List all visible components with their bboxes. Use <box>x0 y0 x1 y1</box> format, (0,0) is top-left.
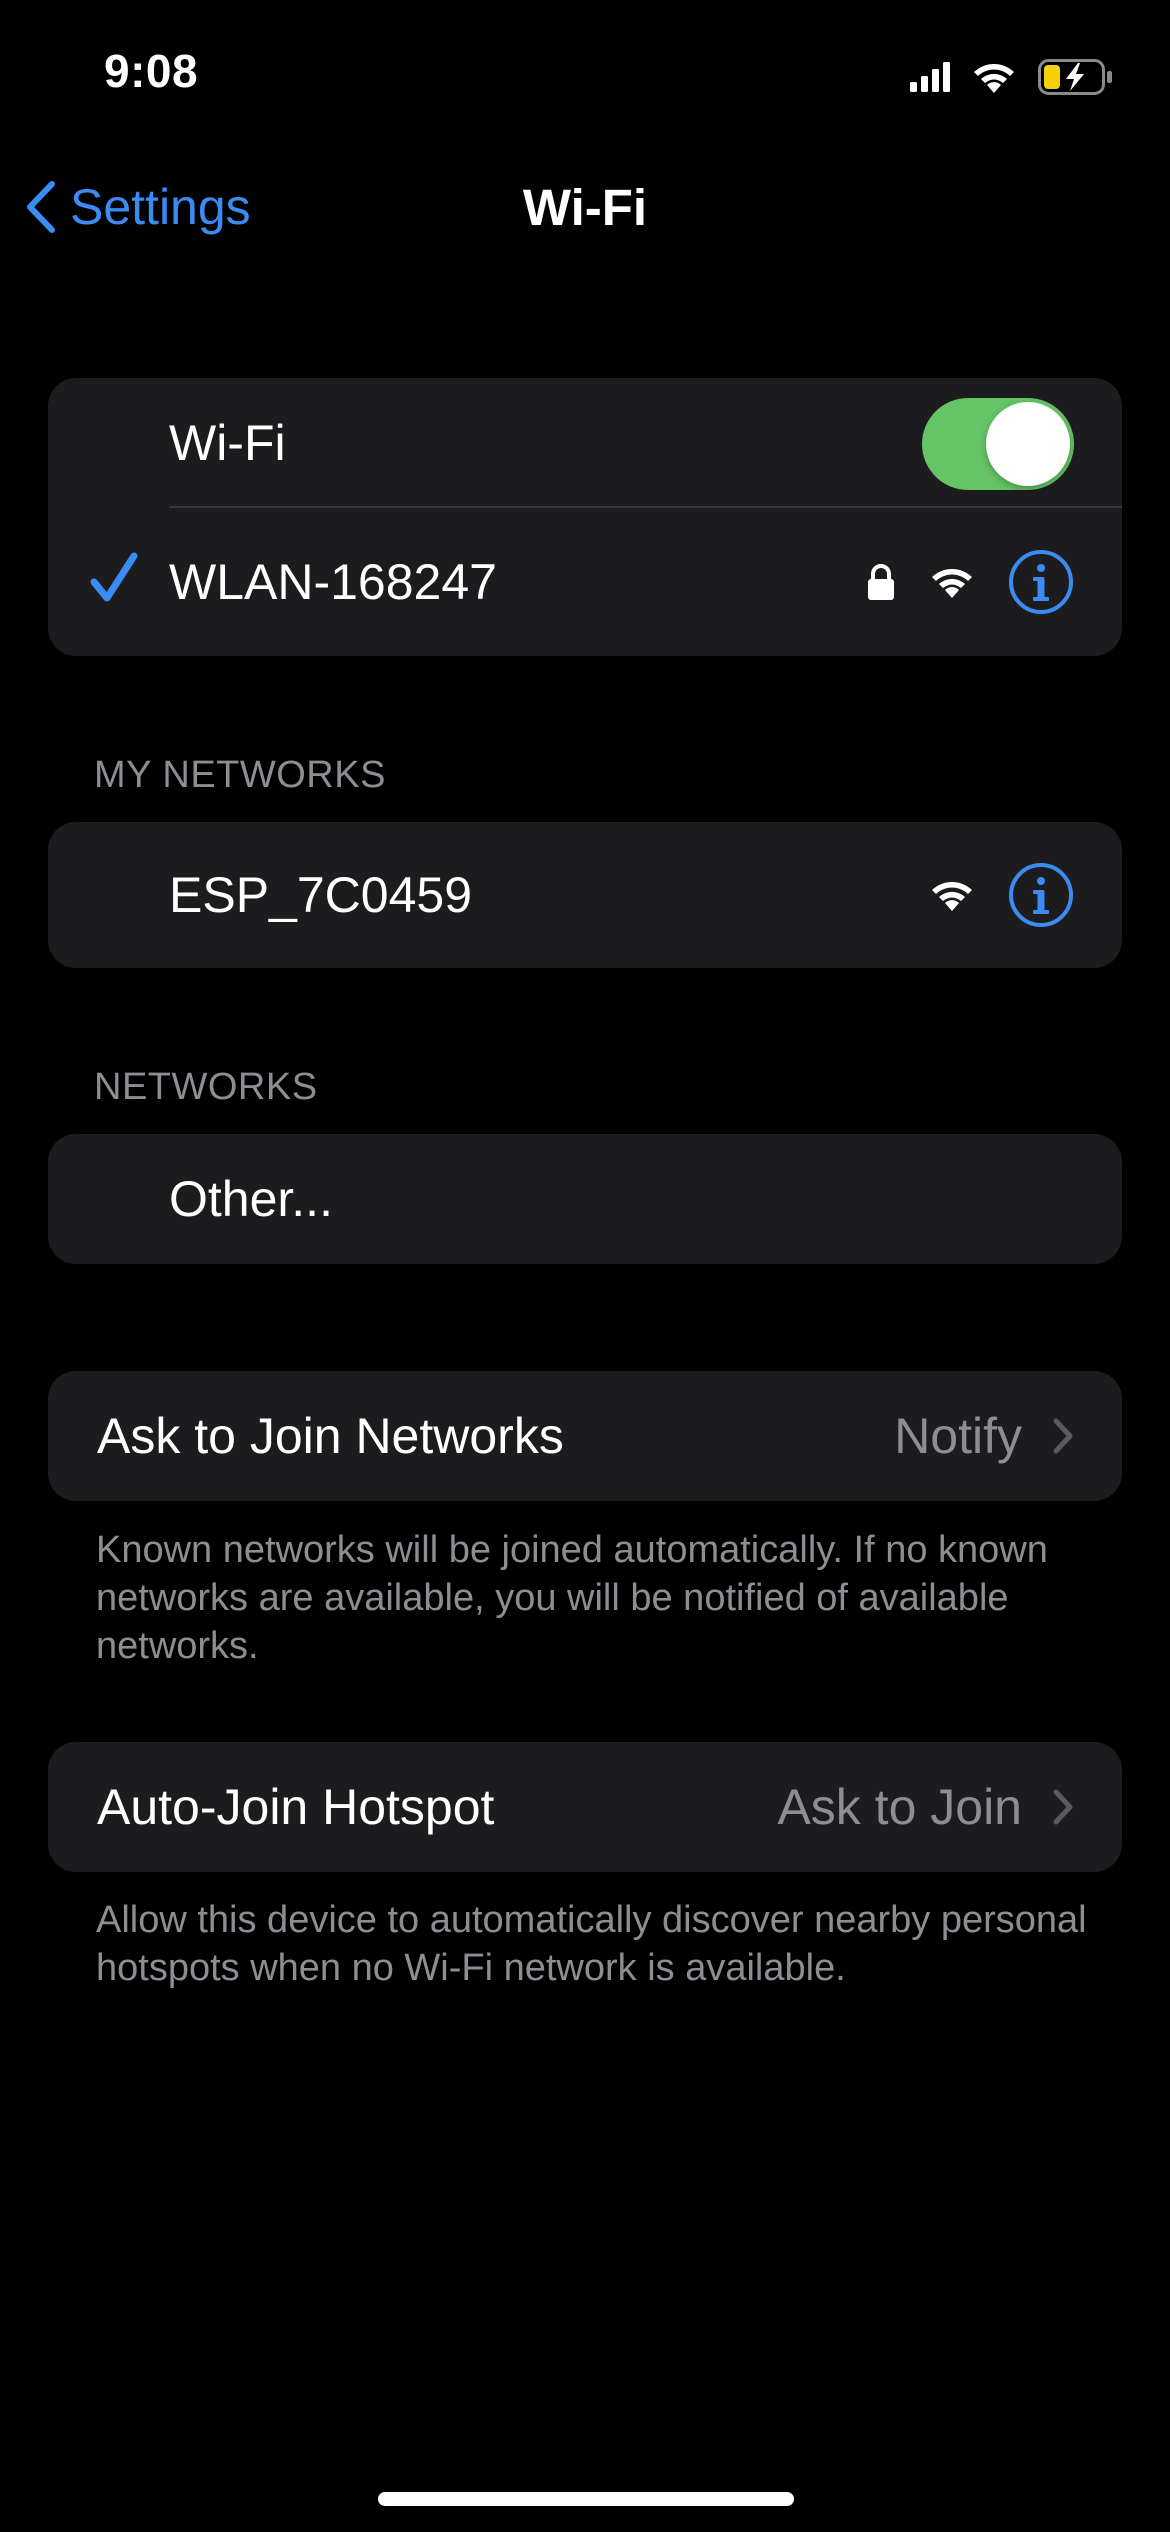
ask-to-join-group: Ask to Join Networks Notify <box>48 1371 1122 1501</box>
my-networks-header: MY NETWORKS <box>94 754 386 796</box>
auto-join-hotspot-value: Ask to Join <box>777 1779 1022 1835</box>
auto-join-hotspot-footer: Allow this device to automatically disco… <box>96 1899 1087 1989</box>
wifi-icon <box>974 64 1014 93</box>
networks-header: NETWORKS <box>94 1066 318 1108</box>
connected-network-name: WLAN-168247 <box>169 554 497 610</box>
network-row-icons <box>866 508 1074 656</box>
my-networks-group: ESP_7C0459 <box>48 822 1122 968</box>
auto-join-hotspot-group: Auto-Join Hotspot Ask to Join <box>48 1742 1122 1872</box>
ask-to-join-label: Ask to Join Networks <box>97 1408 564 1464</box>
chevron-right-icon <box>1053 1789 1073 1825</box>
list-item[interactable]: ESP_7C0459 <box>48 822 1122 968</box>
ask-to-join-value-cluster: Notify <box>894 1371 1074 1501</box>
other-network-row[interactable]: Other... <box>48 1134 1122 1264</box>
ask-to-join-row[interactable]: Ask to Join Networks Notify <box>48 1371 1122 1501</box>
toggle-knob <box>986 402 1070 486</box>
auto-join-hotspot-label: Auto-Join Hotspot <box>97 1779 495 1835</box>
home-indicator[interactable] <box>378 2492 794 2506</box>
auto-join-hotspot-value-cluster: Ask to Join <box>777 1742 1074 1872</box>
lock-icon <box>868 564 894 600</box>
network-row-icons <box>930 822 1074 968</box>
networks-group: Other... <box>48 1134 1122 1264</box>
network-name: ESP_7C0459 <box>169 867 473 923</box>
info-icon[interactable] <box>1008 549 1074 615</box>
status-time: 9:08 <box>104 45 199 97</box>
wifi-icon <box>932 569 972 598</box>
ask-to-join-footer: Known networks will be joined automatica… <box>96 1529 1048 1667</box>
other-network-label: Other... <box>169 1171 333 1227</box>
battery-charging-icon <box>1038 59 1112 95</box>
wifi-group: Wi-Fi WLAN-168247 <box>48 378 1122 656</box>
ask-to-join-value: Notify <box>894 1408 1022 1464</box>
wifi-toggle[interactable] <box>922 398 1074 490</box>
wifi-toggle-row: Wi-Fi <box>48 378 1122 508</box>
wifi-icon <box>932 882 972 911</box>
auto-join-hotspot-row[interactable]: Auto-Join Hotspot Ask to Join <box>48 1742 1122 1872</box>
chevron-right-icon <box>1053 1418 1073 1454</box>
checkmark-icon <box>90 552 138 602</box>
cellular-signal-icon <box>910 62 950 92</box>
page-title: Wi-Fi <box>522 179 648 236</box>
info-icon[interactable] <box>1008 862 1074 928</box>
wifi-toggle-label: Wi-Fi <box>169 415 286 471</box>
status-icons <box>910 52 1114 102</box>
connected-network-row[interactable]: WLAN-168247 <box>48 508 1122 656</box>
